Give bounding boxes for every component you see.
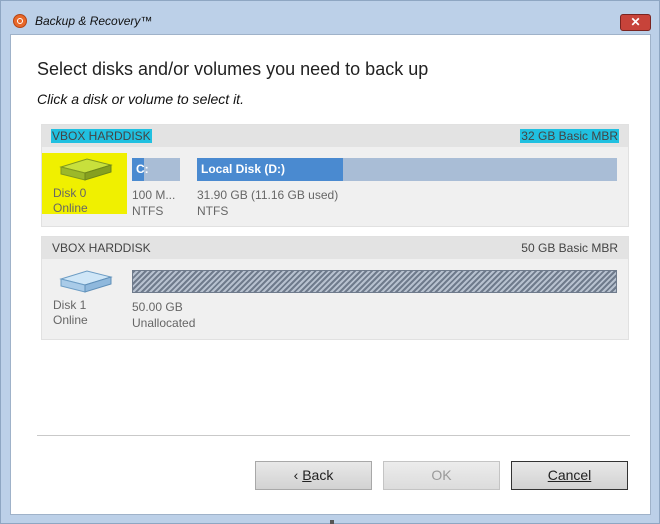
disk-model-label: VBOX HARDDISK xyxy=(51,129,152,143)
volume-d-bar[interactable]: Local Disk (D:) xyxy=(197,158,617,181)
wizard-page: Select disks and/or volumes you need to … xyxy=(10,34,651,515)
window-title: Backup & Recovery™ xyxy=(35,14,153,28)
resize-gripper[interactable] xyxy=(330,520,334,524)
title-bar: Backup & Recovery™ ✕ xyxy=(1,1,659,33)
volume-c-label: C: xyxy=(136,162,149,176)
disk-size-label: 32 GB Basic MBR xyxy=(520,129,619,143)
cancel-label: Cancel xyxy=(547,467,592,483)
disk-label: Disk 1 xyxy=(53,298,87,312)
volume-c-filesystem: NTFS xyxy=(132,204,164,218)
hard-disk-icon xyxy=(59,158,113,181)
volume-d-size: 31.90 GB (11.16 GB used) xyxy=(197,188,339,202)
backup-recovery-window: Backup & Recovery™ ✕ Select disks and/or… xyxy=(0,0,660,524)
disk-model-label: VBOX HARDDISK xyxy=(52,241,151,255)
disk-status: Online xyxy=(53,313,88,327)
unallocated-label: Unallocated xyxy=(132,316,196,330)
close-button[interactable]: ✕ xyxy=(620,14,651,31)
disk-header: VBOX HARDDISK 32 GB Basic MBR xyxy=(42,125,628,147)
page-subheading: Click a disk or volume to select it. xyxy=(37,91,244,107)
volume-d-filesystem: NTFS xyxy=(197,204,229,218)
back-arrow: ‹ xyxy=(293,467,303,483)
volume-c-bar[interactable]: C: xyxy=(132,158,180,181)
unallocated-size: 50.00 GB xyxy=(132,300,183,314)
disk-0-selector[interactable]: Disk 0 Online xyxy=(42,153,127,215)
hard-disk-icon xyxy=(59,270,113,293)
back-button[interactable]: ‹ Back xyxy=(255,461,372,490)
disk-header: VBOX HARDDISK 50 GB Basic MBR xyxy=(42,237,628,259)
disk-card-1[interactable]: VBOX HARDDISK 50 GB Basic MBR Disk 1 Onl… xyxy=(41,236,629,340)
disk-card-0[interactable]: VBOX HARDDISK 32 GB Basic MBR Disk 0 Onl… xyxy=(41,124,629,227)
disk-status: Online xyxy=(53,201,88,215)
app-logo-icon xyxy=(13,14,27,28)
ok-button[interactable]: OK xyxy=(383,461,500,490)
disk-1-selector[interactable]: Disk 1 Online xyxy=(42,265,127,327)
page-heading: Select disks and/or volumes you need to … xyxy=(37,59,429,79)
back-mnemonic: B xyxy=(302,467,312,483)
volume-d-label: Local Disk (D:) xyxy=(201,162,286,176)
disk-label: Disk 0 xyxy=(53,186,87,200)
footer-divider xyxy=(37,435,630,436)
disk-size-label: 50 GB Basic MBR xyxy=(521,241,618,255)
volume-c-size: 100 M... xyxy=(132,188,176,202)
unallocated-space-bar[interactable] xyxy=(132,270,617,293)
cancel-button[interactable]: Cancel xyxy=(511,461,628,490)
back-label-rest: ack xyxy=(311,467,334,483)
